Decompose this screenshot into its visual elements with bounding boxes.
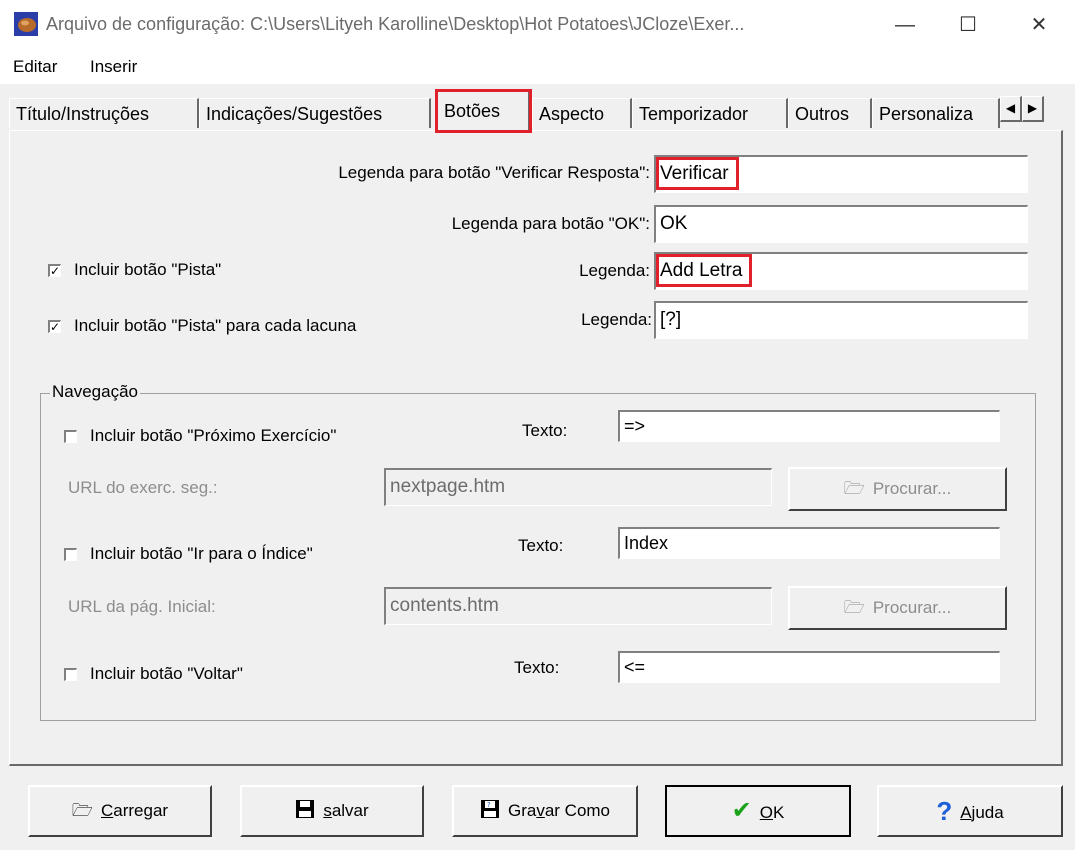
tab-scroll-left-button[interactable]: ◀ <box>1000 96 1022 122</box>
ok-button[interactable]: ✔ OK <box>665 785 851 837</box>
tab-scroll-right-button[interactable]: ▶ <box>1022 96 1044 122</box>
next-browse-button[interactable]: 🗁 Procurar... <box>788 467 1007 511</box>
hint-caption-input[interactable]: Add Letra <box>654 252 1028 290</box>
index-text-label: Texto: <box>518 536 564 555</box>
check-caption-input[interactable]: Verificar <box>654 155 1028 193</box>
tab-indicacoes-sugestoes[interactable]: Indicações/Sugestões <box>199 98 431 128</box>
window-title: Arquivo de configuração: C:\Users\Lityeh… <box>46 14 745 34</box>
next-url-input[interactable]: nextpage.htm <box>384 468 772 506</box>
checkmark-icon: ✔ <box>731 797 752 824</box>
navigation-legend: Navegação <box>50 382 141 402</box>
ok-caption-label: Legenda para botão "OK": <box>451 214 650 233</box>
maximize-button[interactable]: ☐ <box>945 8 991 42</box>
tab-aspecto[interactable]: Aspecto <box>532 98 632 128</box>
tab-personalizar[interactable]: Personaliza <box>872 98 1000 128</box>
next-text-label: Texto: <box>522 421 568 440</box>
index-text-input[interactable]: Index <box>618 527 1000 559</box>
back-text-label: Texto: <box>514 658 560 677</box>
gap-hint-caption-label: Legenda: <box>581 310 652 329</box>
hot-potatoes-icon <box>14 12 38 36</box>
save-as-icon: ? <box>480 800 499 818</box>
include-gap-hint-checkbox[interactable]: ✓ <box>48 320 61 333</box>
save-as-button[interactable]: ? Gravar Como <box>452 785 638 837</box>
folder-open-icon: 🗁 <box>71 801 93 820</box>
next-url-label: URL do exerc. seg.: <box>68 478 218 497</box>
tab-temporizador[interactable]: Temporizador <box>632 98 788 128</box>
include-back-label: Incluir botão "Voltar" <box>90 664 243 683</box>
gap-hint-caption-input[interactable]: [?] <box>654 301 1028 339</box>
include-index-checkbox[interactable] <box>64 548 77 561</box>
next-text-input[interactable]: => <box>618 410 1000 442</box>
hint-caption-value: Add Letra <box>655 254 753 287</box>
help-button[interactable]: ? Ajuda <box>877 785 1063 837</box>
include-next-checkbox[interactable] <box>64 430 77 443</box>
include-gap-hint-label: Incluir botão "Pista" para cada lacuna <box>74 316 357 335</box>
index-url-input[interactable]: contents.htm <box>384 587 772 625</box>
svg-text:?: ? <box>487 801 491 809</box>
minimize-button[interactable]: — <box>882 8 928 42</box>
tab-titulo-instrucoes[interactable]: Título/Instruções <box>9 98 199 128</box>
include-hint-label: Incluir botão "Pista" <box>74 260 222 279</box>
hint-caption-label: Legenda: <box>579 261 650 280</box>
include-next-label: Incluir botão "Próximo Exercício" <box>90 426 337 445</box>
folder-open-icon: 🗁 <box>843 479 865 498</box>
menu-inserir[interactable]: Inserir <box>90 57 137 77</box>
ok-caption-input[interactable]: OK <box>654 205 1028 243</box>
tab-outros[interactable]: Outros <box>788 98 872 128</box>
index-url-label: URL da pág. Inicial: <box>68 597 216 616</box>
tab-botoes[interactable]: Botões <box>435 89 532 133</box>
close-button[interactable]: ✕ <box>1016 8 1062 42</box>
back-text-input[interactable]: <= <box>618 651 1000 683</box>
question-mark-icon: ? <box>936 796 953 826</box>
load-button[interactable]: 🗁 Carregar <box>28 785 212 837</box>
folder-open-icon: 🗁 <box>843 598 865 617</box>
include-back-checkbox[interactable] <box>64 668 77 681</box>
index-browse-button[interactable]: 🗁 Procurar... <box>788 586 1007 630</box>
include-index-label: Incluir botão "Ir para o Índice" <box>90 544 313 563</box>
menu-editar[interactable]: Editar <box>13 57 57 77</box>
check-caption-value: Verificar <box>656 157 739 190</box>
menu-bar <box>0 52 1075 84</box>
include-hint-checkbox[interactable]: ✓ <box>48 264 61 277</box>
floppy-disk-icon <box>296 800 315 818</box>
check-caption-label: Legenda para botão "Verificar Resposta": <box>338 163 650 182</box>
save-button[interactable]: salvar <box>240 785 424 837</box>
